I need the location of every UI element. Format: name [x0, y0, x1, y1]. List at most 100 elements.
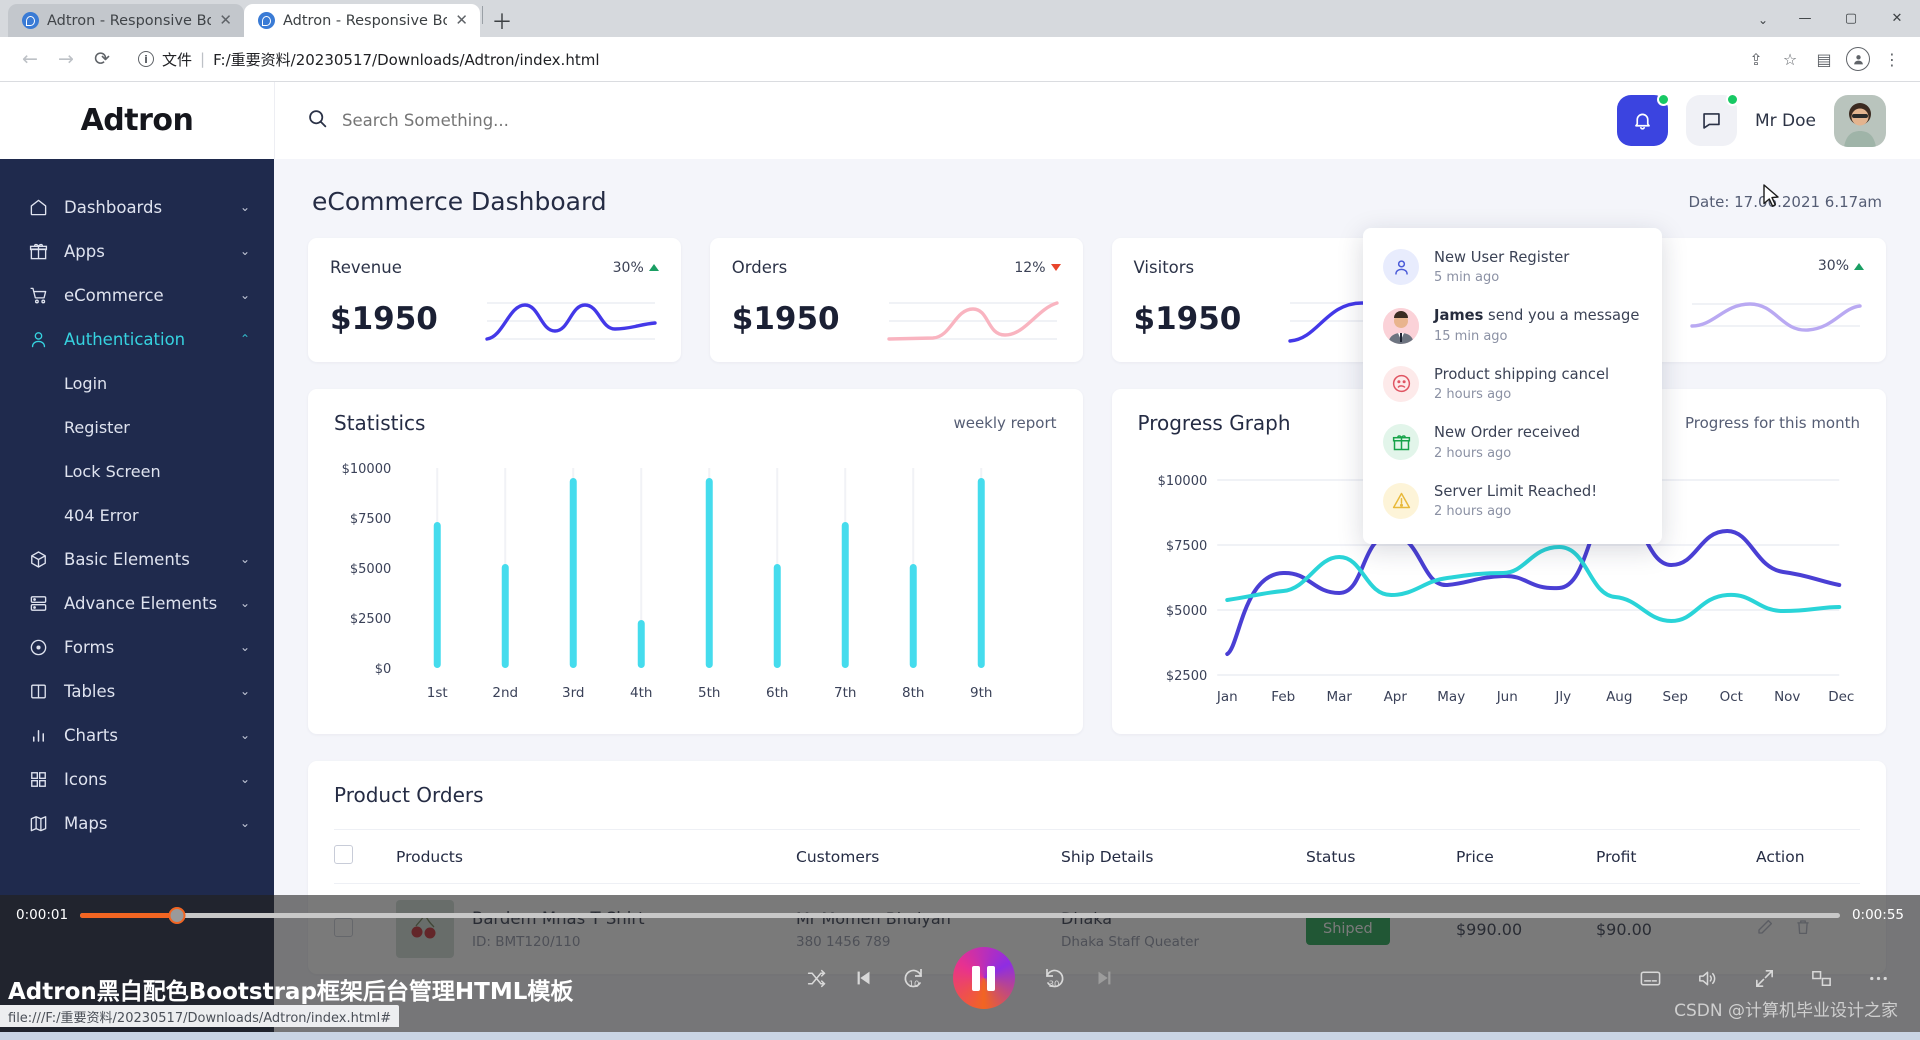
chevron-down-icon[interactable]: ⌄ [240, 684, 250, 698]
tab-close-icon[interactable]: ✕ [455, 13, 468, 28]
new-tab-button[interactable]: ＋ [485, 4, 519, 37]
sidebar-subitem-login[interactable]: Login [0, 361, 274, 405]
chevron-down-icon[interactable]: ⌄ [240, 772, 250, 786]
sidebar-item-icons[interactable]: Icons ⌄ [0, 757, 274, 801]
chevron-down-icon[interactable]: ⌄ [240, 244, 250, 258]
stat-value: $1950 [330, 301, 438, 337]
chevron-down-icon[interactable]: ⌄ [240, 816, 250, 830]
tab-title: Adtron - Responsive Bootstrap [283, 12, 448, 29]
sidebar-item-maps[interactable]: Maps ⌄ [0, 801, 274, 845]
user-name-label[interactable]: Mr Doe [1755, 111, 1816, 131]
forward-button[interactable]: → [48, 41, 84, 77]
sidebar-item-label: Authentication [64, 329, 186, 349]
y-tick-label: $5000 [350, 562, 391, 577]
chart-subtitle[interactable]: weekly report [953, 414, 1056, 432]
sidebar-item-authentication[interactable]: Authentication ⌃ [0, 317, 274, 361]
notification-item[interactable]: Server Limit Reached! 2 hours ago [1363, 472, 1662, 530]
more-options-icon[interactable] [1867, 967, 1890, 990]
sidebar-item-advance-elements[interactable]: Advance Elements ⌄ [0, 581, 274, 625]
volume-icon[interactable] [1696, 967, 1719, 990]
notifications-dropdown: New User Register 5 min ago James send y… [1363, 228, 1662, 544]
chevron-down-icon[interactable]: ⌄ [240, 200, 250, 214]
stat-label: Orders [731, 258, 788, 277]
sidebar-item-dashboards[interactable]: Dashboards ⌄ [0, 185, 274, 229]
profile-avatar-icon[interactable] [1842, 43, 1874, 75]
th-profit[interactable]: Profit [1596, 829, 1756, 884]
media-seek-handle[interactable] [168, 906, 186, 924]
th-status[interactable]: Status [1306, 829, 1456, 884]
minimize-button[interactable]: — [1782, 3, 1828, 33]
user-avatar[interactable] [1834, 94, 1886, 147]
address-bar-icons: ⇪ ☆ ▤ ⋮ [1740, 43, 1908, 75]
media-seek-bar[interactable] [80, 906, 1840, 924]
sidebar-item-tables[interactable]: Tables ⌄ [0, 669, 274, 713]
notifications-bell-button[interactable] [1616, 93, 1670, 146]
x-tick-label: Dec [1828, 689, 1854, 705]
x-tick-label: Mar [1326, 689, 1352, 705]
share-icon[interactable]: ⇪ [1740, 43, 1772, 75]
x-tick-label: 1st [427, 685, 448, 701]
x-tick-label: May [1437, 689, 1465, 705]
chevron-down-icon[interactable]: ⌄ [240, 640, 250, 654]
th-products[interactable]: Products [396, 829, 796, 884]
site-info-icon[interactable]: i [138, 51, 154, 67]
chevron-down-icon[interactable]: ⌄ [240, 288, 250, 302]
picture-in-picture-icon[interactable] [1810, 967, 1833, 990]
chevron-down-icon[interactable]: ⌄ [240, 728, 250, 742]
sidebar-subitem-lock-screen[interactable]: Lock Screen [0, 449, 274, 493]
x-tick-label: Jan [1215, 689, 1237, 705]
stat-card-orders[interactable]: Orders 12% $1950 [709, 238, 1083, 362]
browser-menu-icon[interactable]: ⋮ [1876, 43, 1908, 75]
browser-tab-1[interactable]: Adtron - Responsive Bootstrap ✕ [8, 4, 244, 37]
shuffle-icon[interactable] [806, 968, 827, 989]
bookmark-star-icon[interactable]: ☆ [1774, 43, 1806, 75]
chart-subtitle[interactable]: Progress for this month [1685, 414, 1860, 432]
play-pause-button[interactable] [952, 947, 1015, 1009]
maximize-button[interactable]: ▢ [1828, 3, 1874, 33]
browser-tab-2[interactable]: Adtron - Responsive Bootstrap ✕ [244, 4, 480, 37]
omnibox-scheme-label: 文件 [162, 50, 193, 69]
sidebar-item-basic-elements[interactable]: Basic Elements ⌄ [0, 537, 274, 581]
x-tick-label: 7th [834, 685, 856, 701]
chevron-up-icon[interactable]: ⌃ [240, 332, 250, 346]
side-panel-icon[interactable]: ▤ [1808, 43, 1840, 75]
chevron-down-icon[interactable]: ⌄ [240, 552, 250, 566]
back-button[interactable]: ← [12, 41, 48, 77]
sidebar-subitem-register[interactable]: Register [0, 405, 274, 449]
stat-card-revenue[interactable]: Revenue 30% $1950 [308, 238, 681, 362]
reload-button[interactable]: ⟳ [84, 41, 120, 77]
search-input[interactable] [342, 111, 762, 130]
tab-search-chevron-down-icon[interactable]: ⌄ [1758, 13, 1768, 27]
x-tick-label: 9th [970, 685, 992, 701]
app-logo[interactable]: Adtron [0, 82, 274, 159]
notification-item[interactable]: New Order received 2 hours ago [1363, 413, 1662, 471]
subtitles-icon[interactable] [1639, 967, 1662, 990]
sidebar-item-apps[interactable]: Apps ⌄ [0, 229, 274, 273]
select-all-checkbox[interactable] [334, 845, 353, 864]
sidebar-item-forms[interactable]: Forms ⌄ [0, 625, 274, 669]
fullscreen-icon[interactable] [1753, 967, 1776, 990]
messages-chat-button[interactable] [1685, 93, 1739, 146]
table-header: Products Customers Ship Details Status P… [334, 829, 1860, 884]
notification-item[interactable]: New User Register 5 min ago [1363, 238, 1662, 296]
th-action[interactable]: Action [1756, 829, 1860, 884]
watermark: CSDN @计算机毕业设计之家 [1674, 1001, 1898, 1021]
chevron-down-icon[interactable]: ⌄ [240, 596, 250, 610]
sidebar-item-charts[interactable]: Charts ⌄ [0, 713, 274, 757]
tab-close-icon[interactable]: ✕ [219, 13, 232, 28]
search-area[interactable] [307, 108, 762, 133]
next-track-icon[interactable] [1093, 967, 1115, 989]
th-customers[interactable]: Customers [796, 829, 1061, 884]
rewind-10-icon[interactable]: 10 [901, 966, 927, 990]
notification-item[interactable]: James send you a message 15 min ago [1363, 296, 1662, 354]
forward-30-icon[interactable]: 30 [1041, 966, 1067, 990]
close-window-button[interactable]: ✕ [1874, 3, 1920, 33]
th-ship-details[interactable]: Ship Details [1061, 829, 1306, 884]
sidebar-item-ecommerce[interactable]: eCommerce ⌄ [0, 273, 274, 317]
th-price[interactable]: Price [1456, 829, 1596, 884]
notification-item[interactable]: Product shipping cancel 2 hours ago [1363, 355, 1662, 413]
omnibox-divider: | [200, 50, 206, 68]
sidebar-subitem-404-error[interactable]: 404 Error [0, 493, 274, 537]
previous-track-icon[interactable] [853, 967, 875, 989]
omnibox[interactable]: i 文件 | F:/重要资料/20230517/Downloads/Adtron… [128, 43, 1740, 75]
